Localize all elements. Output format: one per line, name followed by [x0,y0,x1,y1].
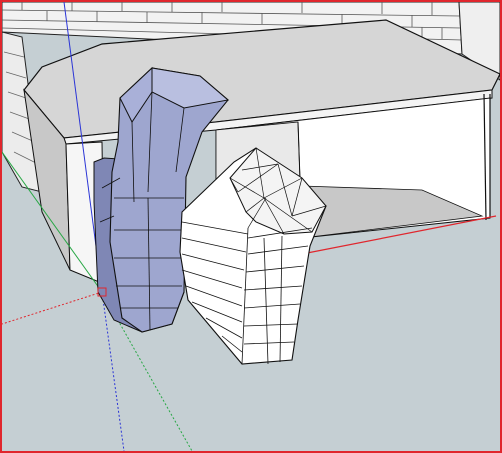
scene-canvas[interactable] [2,2,500,451]
model-viewport[interactable] [0,0,502,453]
